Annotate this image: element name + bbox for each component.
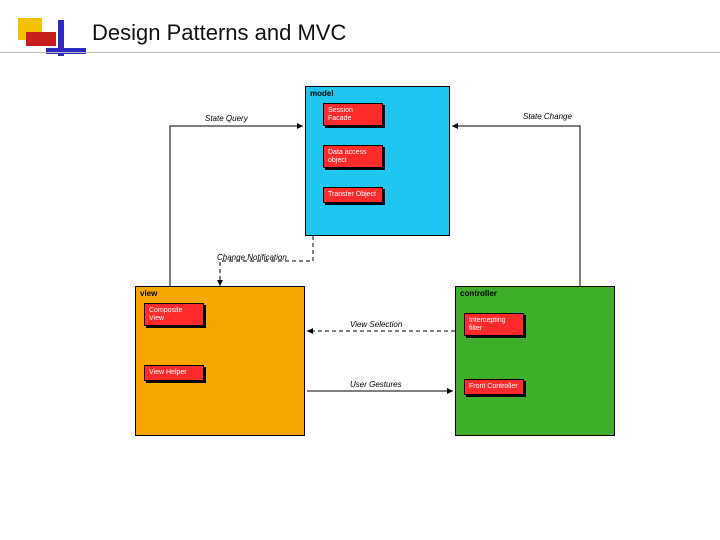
model-box: model Session Facade Data access object … (305, 86, 450, 236)
pattern-intercepting-filter: Intercepting filter (464, 313, 524, 336)
slide-title: Design Patterns and MVC (92, 20, 346, 46)
slide-bullet-decor (18, 18, 76, 60)
pattern-data-access-object: Data access object (323, 145, 383, 168)
view-box-title: view (136, 287, 304, 300)
edge-label-change-notification: Change Notification (217, 253, 287, 262)
edge-label-user-gestures: User Gestures (350, 380, 402, 389)
edge-label-state-query: State Query (205, 114, 248, 123)
model-box-title: model (306, 87, 449, 100)
view-box: view Composite View View Helper (135, 286, 305, 436)
controller-box: controller Intercepting filter Front Con… (455, 286, 615, 436)
edge-label-state-change: State Change (523, 112, 572, 121)
edge-label-view-selection: View Selection (350, 320, 402, 329)
pattern-session-facade: Session Facade (323, 103, 383, 126)
pattern-transfer-object: Transfer Object (323, 187, 383, 203)
pattern-view-helper: View Helper (144, 365, 204, 381)
mvc-diagram: State Query State Change Change Notifica… (135, 86, 615, 456)
title-underline (0, 52, 720, 53)
controller-box-title: controller (456, 287, 614, 300)
pattern-front-controller: Front Controller (464, 379, 524, 395)
pattern-composite-view: Composite View (144, 303, 204, 326)
